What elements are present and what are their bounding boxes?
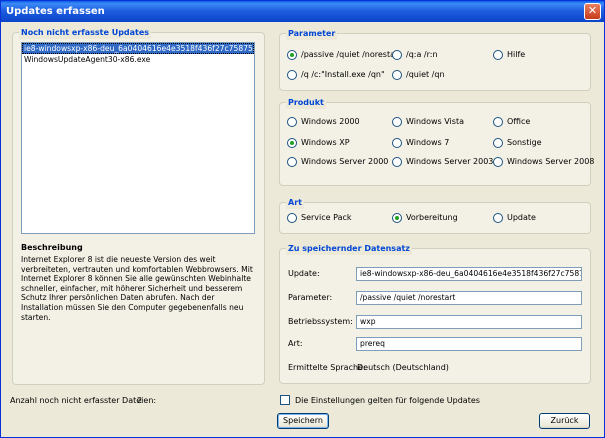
radio-label: Sonstige — [507, 138, 542, 147]
radio-type-service-pack[interactable]: Service Pack — [287, 212, 352, 224]
radio-parameter-install[interactable]: /q /c:"Install.exe /qn" — [287, 69, 385, 81]
radio-product-winxp[interactable]: Windows XP — [287, 137, 350, 149]
type-title: Art — [286, 197, 304, 209]
record-title: Zu speichernder Datensatz — [286, 243, 412, 255]
radio-label: Windows Server 2003 — [406, 157, 494, 166]
radio-label: Vorbereitung — [406, 213, 458, 222]
apply-all-label[interactable]: Die Einstellungen gelten für folgende Up… — [295, 395, 480, 406]
radio-label: Service Pack — [301, 213, 352, 222]
radio-label: Windows XP — [301, 138, 350, 147]
title-bar[interactable]: Updates erfassen ✕ — [1, 1, 604, 22]
radio-product-office[interactable]: Office — [493, 116, 530, 128]
radio-label: /quiet /qn — [406, 70, 445, 79]
radio-parameter-passive[interactable]: /passive /quiet /norestart — [287, 49, 401, 61]
type-field[interactable]: prereq — [356, 337, 582, 351]
product-title: Produkt — [286, 97, 326, 109]
radio-parameter-help[interactable]: Hilfe — [493, 49, 525, 61]
radio-product-other[interactable]: Sonstige — [493, 137, 542, 149]
description-text: Internet Explorer 8 ist die neueste Vers… — [21, 255, 253, 322]
radio-label: Windows 2000 — [301, 117, 360, 126]
radio-label: /q /c:"Install.exe /qn" — [301, 70, 385, 79]
radio-label: Windows 7 — [406, 138, 450, 147]
radio-label: Update — [507, 213, 536, 222]
os-label: Betriebssystem: — [288, 317, 353, 326]
parameter-title: Parameter — [286, 28, 338, 40]
radio-label: /q:a /r:n — [406, 50, 438, 59]
language-label: Ermittelte Sprache: — [288, 363, 366, 372]
window-title: Updates erfassen — [6, 6, 105, 17]
parameter-label: Parameter: — [288, 293, 333, 302]
count-value: 2 — [137, 396, 143, 405]
radio-product-server2003[interactable]: Windows Server 2003 — [392, 156, 493, 168]
count-label: Anzahl noch nicht erfasster Dateien: — [10, 396, 157, 405]
radio-label: /passive /quiet /norestart — [301, 50, 402, 59]
radio-parameter-quiet[interactable]: /quiet /qn — [392, 69, 445, 81]
radio-label: Windows Vista — [406, 117, 464, 126]
radio-product-vista[interactable]: Windows Vista — [392, 116, 464, 128]
parameter-group: Parameter — [279, 28, 591, 91]
radio-label: Hilfe — [507, 50, 526, 59]
language-value: Deutsch (Deutschland) — [357, 363, 449, 372]
parameter-field[interactable]: /passive /quiet /norestart — [356, 291, 582, 305]
back-button[interactable]: Zurück — [539, 413, 590, 429]
update-label: Update: — [288, 269, 320, 278]
radio-parameter-qa[interactable]: /q:a /r:n — [392, 49, 438, 61]
radio-label: Windows Server 2000 — [301, 157, 389, 166]
update-field[interactable]: ie8-windowsxp-x86-deu_6a0404616e4e3518f4… — [356, 267, 582, 281]
updates-dialog: Updates erfassen ✕ Noch nicht erfasste U… — [0, 0, 605, 438]
list-item-selected[interactable]: ie8-windowsxp-x86-deu_6a0404616e4e3518f4… — [22, 43, 254, 54]
radio-product-win2000[interactable]: Windows 2000 — [287, 116, 360, 128]
radio-type-update[interactable]: Update — [493, 212, 536, 224]
pending-updates-title: Noch nicht erfasste Updates — [19, 27, 152, 39]
radio-type-preparation[interactable]: Vorbereitung — [392, 212, 458, 224]
radio-product-server2008[interactable]: Windows Server 2008 — [493, 156, 594, 168]
type-label: Art: — [288, 339, 303, 348]
list-item[interactable]: WindowsUpdateAgent30-x86.exe — [22, 54, 254, 65]
close-button[interactable]: ✕ — [584, 3, 601, 20]
radio-product-server2000[interactable]: Windows Server 2000 — [287, 156, 388, 168]
radio-label: Windows Server 2008 — [507, 157, 595, 166]
description-title: Beschreibung — [21, 243, 83, 252]
os-field[interactable]: wxp — [356, 315, 582, 329]
pending-updates-list[interactable]: ie8-windowsxp-x86-deu_6a0404616e4e3518f4… — [21, 42, 255, 234]
save-button[interactable]: Speichern — [277, 413, 329, 429]
radio-label: Office — [507, 117, 531, 126]
radio-product-win7[interactable]: Windows 7 — [392, 137, 449, 149]
apply-all-checkbox[interactable] — [280, 395, 290, 405]
